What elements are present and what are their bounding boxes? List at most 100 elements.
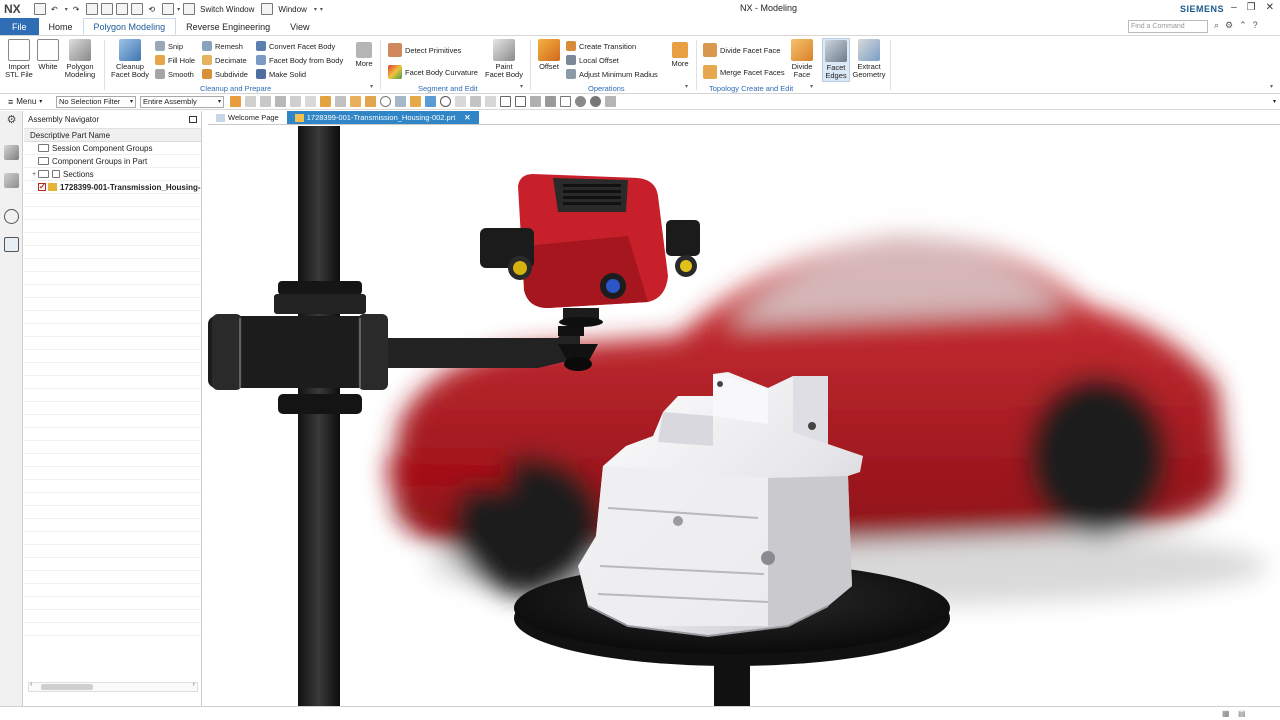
create-transition-button[interactable]: Create Transition (566, 40, 636, 52)
facet-body-from-body-button[interactable]: Facet Body from Body (256, 54, 343, 66)
maximize-panel-icon[interactable] (189, 116, 197, 123)
offset-button[interactable]: Offset (535, 39, 563, 71)
status-panel-icon[interactable]: ▤ (1238, 709, 1246, 718)
zoom-icon[interactable] (515, 96, 526, 107)
snap-control-point-icon[interactable] (395, 96, 406, 107)
background-icon[interactable] (590, 96, 601, 107)
switch-window-button[interactable]: Switch Window (200, 5, 254, 14)
help-icon[interactable]: ? (1253, 20, 1258, 31)
command-finder-input[interactable]: Find a Command (1128, 20, 1208, 33)
white-button[interactable]: White (36, 39, 60, 71)
snap-endpoint-icon[interactable] (350, 96, 361, 107)
close-icon[interactable]: ✕ (1266, 2, 1274, 13)
more-operations-button[interactable]: More (668, 39, 692, 68)
divide-face-button[interactable]: Divide Face (788, 39, 816, 79)
expand-icon[interactable]: + (30, 168, 38, 180)
menu-button[interactable]: ≡ Menu ▾ (8, 97, 56, 107)
rendering-style-icon[interactable] (545, 96, 556, 107)
display-icon[interactable] (162, 3, 175, 15)
tab-welcome-page[interactable]: Welcome Page (208, 111, 287, 124)
tab-view[interactable]: View (280, 18, 319, 35)
local-offset-button[interactable]: Local Offset (566, 54, 619, 66)
topology-group-dropdown-icon[interactable]: ▾ (810, 83, 813, 90)
window-button[interactable]: Window (278, 5, 306, 14)
select-curve-icon[interactable] (305, 96, 316, 107)
display-dropdown-icon[interactable]: ▾ (177, 6, 180, 13)
shading-icon[interactable] (575, 96, 586, 107)
cleanup-group-dropdown-icon[interactable]: ▾ (370, 83, 373, 90)
repeat-command-icon[interactable]: ⟲ (148, 5, 155, 14)
ribbon-options-dropdown-icon[interactable]: ▾ (1270, 83, 1273, 90)
copy-icon[interactable] (101, 3, 114, 15)
minimize-icon[interactable]: – (1231, 2, 1237, 13)
status-grid-icon[interactable]: ▦ (1222, 709, 1230, 718)
snap-arc-center-icon[interactable] (440, 96, 451, 107)
divide-facet-face-button[interactable]: Divide Facet Face (703, 43, 780, 57)
tab-active-part[interactable]: 1728399-001-Transmission_Housing-002.prt… (286, 111, 479, 124)
select-feature-icon[interactable] (230, 96, 241, 107)
cut-icon[interactable] (86, 3, 99, 15)
import-stl-button[interactable]: Import STL File (4, 39, 34, 79)
smooth-button[interactable]: Smooth (155, 68, 194, 80)
facet-body-curvature-button[interactable]: Facet Body Curvature (388, 65, 478, 79)
visibility-checkbox[interactable] (38, 181, 46, 193)
convert-facet-body-button[interactable]: Convert Facet Body (256, 40, 335, 52)
segment-group-dropdown-icon[interactable]: ▾ (520, 83, 523, 90)
snip-button[interactable]: Snip (155, 40, 183, 52)
select-edge-icon[interactable] (290, 96, 301, 107)
fit-view-icon[interactable] (500, 96, 511, 107)
merge-facet-faces-button[interactable]: Merge Facet Faces (703, 65, 785, 79)
close-tab-icon[interactable]: ✕ (464, 111, 470, 124)
navigator-horizontal-scrollbar[interactable]: ‹ › (28, 681, 198, 692)
assembly-navigator-icon[interactable] (4, 145, 19, 160)
scroll-left-icon[interactable]: ‹ (30, 681, 32, 688)
subdivide-button[interactable]: Subdivide (202, 68, 248, 80)
snap-point-on-face-icon[interactable] (485, 96, 496, 107)
collapse-ribbon-icon[interactable]: ⌃ (1239, 20, 1247, 31)
undo-dropdown-icon[interactable]: ▾ (65, 6, 68, 13)
switch-window-icon[interactable] (183, 3, 196, 15)
cleanup-facet-body-button[interactable]: Cleanup Facet Body (108, 39, 152, 79)
select-body-icon[interactable] (245, 96, 256, 107)
restore-icon[interactable]: ❐ (1247, 2, 1256, 13)
extract-geometry-button[interactable]: Extract Geometry (852, 39, 886, 79)
orient-view-icon[interactable] (530, 96, 541, 107)
operations-group-dropdown-icon[interactable]: ▾ (685, 83, 688, 90)
more-cleanup-button[interactable]: More (352, 39, 376, 68)
history-icon[interactable] (4, 209, 19, 224)
tree-row[interactable]: Session Component Groups (24, 142, 201, 155)
layer-settings-icon[interactable] (605, 96, 616, 107)
customize-dropdown-icon[interactable]: ▾ (320, 6, 323, 13)
window-dropdown-icon[interactable]: ▾ (314, 6, 317, 13)
snap-center-icon[interactable] (380, 96, 391, 107)
snap-point-on-curve-icon[interactable] (470, 96, 481, 107)
undo-icon[interactable]: ↶ (51, 5, 58, 14)
part-navigator-icon[interactable] (4, 173, 19, 188)
tab-home[interactable]: Home (39, 18, 83, 35)
reuse-library-icon[interactable] (4, 237, 19, 252)
scroll-thumb[interactable] (41, 684, 93, 690)
decimate-button[interactable]: Decimate (202, 54, 247, 66)
save-icon[interactable] (34, 3, 46, 15)
search-icon[interactable]: ⌕ (1214, 20, 1219, 31)
scope-select[interactable]: Entire Assembly ▾ (140, 95, 224, 108)
paint-facet-body-button[interactable]: Paint Facet Body (484, 39, 524, 79)
snap-intersection-icon[interactable] (410, 96, 421, 107)
remesh-button[interactable]: Remesh (202, 40, 243, 52)
type-filter-icon[interactable] (275, 96, 286, 107)
tree-row[interactable]: 1728399-001-Transmission_Housing- (24, 181, 201, 194)
snap-options-icon[interactable] (335, 96, 346, 107)
selection-filter-select[interactable]: No Selection Filter ▾ (56, 95, 136, 108)
graphics-window[interactable] (208, 126, 1280, 706)
clip-section-icon[interactable] (560, 96, 571, 107)
snap-midpoint-icon[interactable] (365, 96, 376, 107)
paste-icon[interactable] (116, 3, 129, 15)
select-face-icon[interactable] (260, 96, 271, 107)
snap-quadrant-icon[interactable] (455, 96, 466, 107)
polygon-modeling-button[interactable]: Polygon Modeling (62, 39, 98, 79)
snap-existing-point-icon[interactable] (425, 96, 436, 107)
detect-primitives-button[interactable]: Detect Primitives (388, 43, 461, 57)
make-solid-button[interactable]: Make Solid (256, 68, 306, 80)
tab-file[interactable]: File (0, 18, 39, 35)
tree-row[interactable]: + Sections (24, 168, 201, 181)
